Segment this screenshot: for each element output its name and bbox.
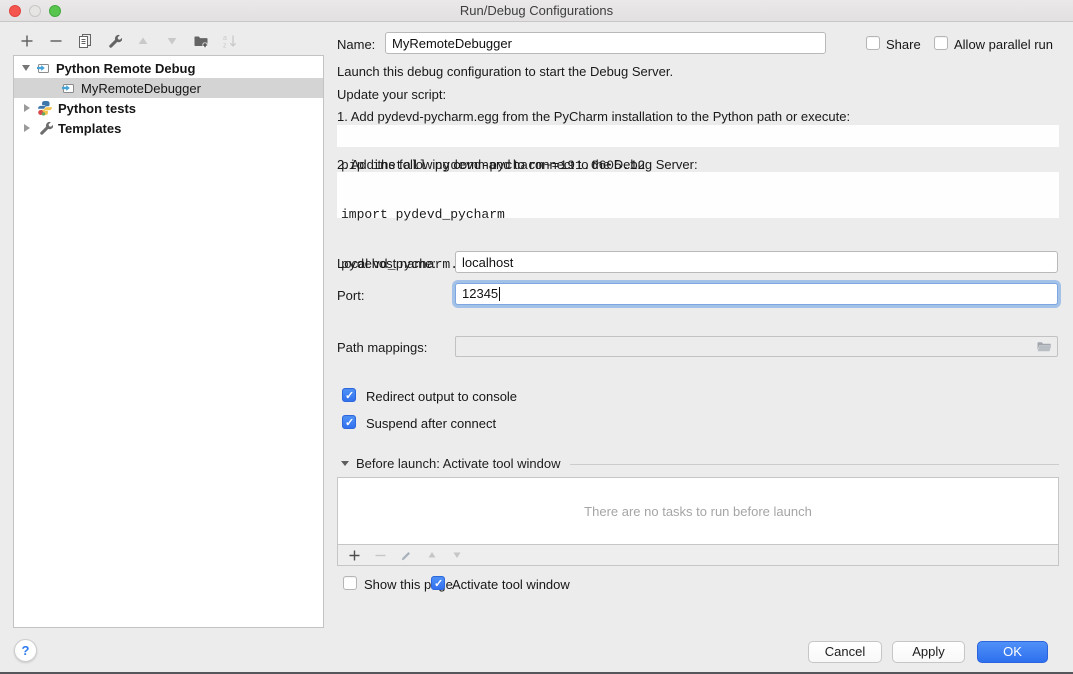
arrow-down-icon (451, 549, 463, 561)
minus-icon (374, 549, 387, 562)
tree-toolbar: a z (18, 29, 239, 53)
add-task-button[interactable] (348, 549, 361, 562)
python-tests-icon (37, 100, 53, 116)
ok-button[interactable]: OK (977, 641, 1048, 663)
tree-item-python-remote-debug[interactable]: Python Remote Debug (14, 58, 323, 78)
divider (570, 464, 1059, 465)
move-task-up-button (426, 549, 438, 561)
redirect-output-checkbox[interactable] (342, 388, 356, 402)
expand-arrow-icon[interactable] (24, 104, 30, 112)
path-mappings-label: Path mappings: (337, 340, 427, 355)
step2-text: 2. Add the following command to connect … (337, 157, 698, 172)
move-up-button (134, 32, 152, 50)
update-script-text: Update your script: (337, 87, 446, 102)
name-label: Name: (337, 37, 375, 52)
suspend-after-connect-label: Suspend after connect (366, 416, 496, 431)
arrow-down-icon (164, 33, 180, 49)
arrow-up-icon (135, 33, 151, 49)
show-this-page-checkbox[interactable] (343, 576, 357, 590)
remove-task-button (374, 549, 387, 562)
before-launch-task-list[interactable]: There are no tasks to run before launch (337, 477, 1059, 545)
run-configuration-icon (35, 60, 51, 76)
move-down-button (163, 32, 181, 50)
local-host-input[interactable] (455, 251, 1058, 273)
collapse-arrow-icon[interactable] (341, 461, 349, 466)
local-host-label: Local host name: (337, 256, 436, 271)
create-folder-button[interactable] (192, 32, 210, 50)
tree-item-python-tests[interactable]: Python tests (14, 98, 323, 118)
folder-icon (1036, 339, 1052, 355)
sort-configurations-button: a z (221, 32, 239, 50)
allow-parallel-run-checkbox[interactable] (934, 36, 948, 50)
suspend-after-connect-checkbox[interactable] (342, 415, 356, 429)
text-cursor (499, 287, 500, 301)
tree-item-templates[interactable]: Templates (14, 118, 323, 138)
activate-tool-window-label: Activate tool window (452, 577, 570, 592)
edit-task-button (400, 549, 413, 562)
new-folder-icon (193, 33, 209, 49)
port-input[interactable]: 12345 (455, 283, 1058, 305)
activate-tool-window-checkbox[interactable] (431, 576, 445, 590)
path-mappings-browse-button[interactable] (1036, 339, 1052, 355)
edit-templates-button[interactable] (105, 32, 123, 50)
before-launch-title: Before launch: Activate tool window (356, 456, 561, 471)
port-label: Port: (337, 288, 364, 303)
remove-configuration-button[interactable] (47, 32, 65, 50)
cancel-button[interactable]: Cancel (808, 641, 882, 663)
svg-text:z: z (223, 43, 227, 50)
code-line: import pydevd_pycharm (341, 205, 1055, 225)
expand-arrow-icon[interactable] (24, 124, 30, 132)
add-configuration-button[interactable] (18, 32, 36, 50)
configurations-tree: Python Remote Debug MyRemoteDebugger (13, 55, 324, 628)
tree-item-label: Python Remote Debug (56, 61, 195, 76)
path-mappings-field[interactable] (455, 336, 1058, 357)
tree-item-label: Python tests (58, 101, 136, 116)
svg-text:a: a (223, 35, 227, 42)
before-launch-header[interactable]: Before launch: Activate tool window (341, 456, 1059, 471)
wrench-icon (106, 33, 122, 49)
titlebar: Run/Debug Configurations (0, 0, 1073, 22)
task-list-toolbar (337, 544, 1059, 566)
copy-icon (77, 33, 93, 49)
help-button[interactable]: ? (14, 639, 37, 662)
name-input[interactable] (385, 32, 826, 54)
wrench-icon (37, 120, 53, 136)
plus-icon (348, 549, 361, 562)
pencil-icon (400, 549, 413, 562)
window-title: Run/Debug Configurations (0, 3, 1073, 18)
move-task-down-button (451, 549, 463, 561)
settrace-code: import pydevd_pycharm pydevd_pycharm.set… (337, 172, 1059, 218)
sort-alphabetically-icon: a z (222, 33, 238, 49)
port-value: 12345 (462, 286, 498, 301)
minus-icon (48, 33, 64, 49)
run-configuration-icon (60, 80, 76, 96)
step1-text: 1. Add pydevd-pycharm.egg from the PyCha… (337, 109, 850, 124)
apply-button[interactable]: Apply (892, 641, 965, 663)
arrow-up-icon (426, 549, 438, 561)
allow-parallel-run-label: Allow parallel run (954, 37, 1053, 52)
tree-item-label: MyRemoteDebugger (81, 81, 201, 96)
share-checkbox[interactable] (866, 36, 880, 50)
empty-tasks-message: There are no tasks to run before launch (584, 504, 812, 519)
collapse-arrow-icon[interactable] (22, 65, 30, 71)
tree-item-label: Templates (58, 121, 121, 136)
pip-install-code: pip install pydevd-pycharm~=191.6605.12 (337, 125, 1059, 147)
tree-item-myremotedebugger[interactable]: MyRemoteDebugger (14, 78, 323, 98)
redirect-output-label: Redirect output to console (366, 389, 517, 404)
copy-configuration-button[interactable] (76, 32, 94, 50)
share-label: Share (886, 37, 921, 52)
intro-text: Launch this debug configuration to start… (337, 64, 673, 79)
run-debug-configurations-dialog: Run/Debug Configurations (0, 0, 1073, 674)
plus-icon (19, 33, 35, 49)
